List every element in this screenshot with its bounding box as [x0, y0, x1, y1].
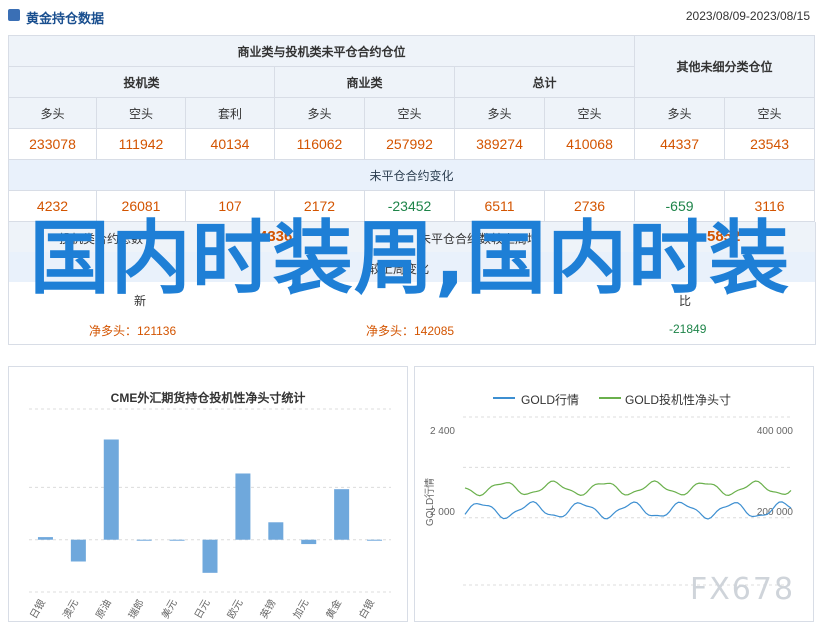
- x-tick-label: 黄金: [323, 597, 344, 621]
- col-arb: 套利: [185, 97, 275, 129]
- bar: [70, 539, 86, 562]
- col-long: 多头: [8, 97, 97, 129]
- x-tick-label: 欧元: [225, 598, 245, 621]
- bar: [37, 537, 53, 540]
- group-main-header: 商业类与投机类未平仓合约仓位: [7, 35, 636, 67]
- group-other-header: 其他未细分类仓位: [634, 35, 816, 98]
- bar: [169, 539, 185, 541]
- sub-comm-header: 商业类: [274, 66, 455, 98]
- col-short: 空头: [96, 97, 186, 129]
- x-tick-label: 日元: [193, 598, 213, 621]
- x-tick-label: 瑞郎: [126, 597, 147, 621]
- net-long-left: 净多头：121136: [89, 324, 177, 338]
- bar: [202, 539, 218, 573]
- bar: [235, 473, 251, 540]
- col-short: 空头: [724, 97, 816, 129]
- col-long: 多头: [274, 97, 365, 129]
- value-cell: 410068: [543, 128, 636, 160]
- x-tick-label: 英镑: [257, 597, 278, 621]
- bar: [136, 539, 152, 541]
- col-short: 空头: [543, 97, 636, 129]
- x-tick-label: 加元: [291, 598, 311, 621]
- x-tick-label: 澳元: [60, 597, 81, 621]
- y-left-tick: 2 400: [430, 426, 455, 437]
- x-tick-label: 原油: [93, 597, 114, 621]
- value-cell: 23543: [724, 128, 816, 160]
- cme-chart-panel: CME外汇期货持仓投机性净头寸统计 日银 澳元 原油 瑞郎 美元 日元 欧元 英镑 加元 黄金 白银: [8, 366, 408, 622]
- oi-change-header: 未平仓合约变化: [7, 159, 816, 191]
- col-long: 多头: [454, 97, 545, 129]
- col-short: 空头: [364, 97, 455, 129]
- x-tick-label: 日银: [27, 597, 48, 621]
- y-left-label: GOLD行情: [423, 478, 436, 526]
- value-cell: 257992: [364, 128, 455, 160]
- net-right-value: -21849: [669, 322, 707, 336]
- bar: [301, 539, 317, 545]
- net-long-mid: 净多头：142085: [366, 324, 455, 338]
- sub-spec-header: 投机类: [8, 66, 275, 98]
- values-row: 233078 111942 40134 116062 257992 389274…: [8, 128, 816, 160]
- y-right-tick: 400 000: [757, 426, 794, 437]
- bar: [103, 439, 119, 540]
- sub-total-header: 总计: [453, 66, 636, 98]
- watermark: FX678: [690, 572, 796, 607]
- value-cell: 389274: [454, 128, 545, 160]
- page-title: 黄金持仓数据: [26, 11, 105, 26]
- bar: [334, 489, 350, 540]
- value-cell: 233078: [8, 128, 97, 160]
- col-long: 多头: [634, 97, 726, 129]
- value-cell: 40134: [185, 128, 275, 160]
- overlay-text: 国内时装周,国内时装: [29, 212, 791, 305]
- gold-logo-icon: [8, 9, 20, 21]
- date-range: 2023/08/09-2023/08/15: [685, 9, 810, 23]
- bar: [268, 522, 284, 540]
- positions-table: 商业类与投机类未平仓合约仓位 其他未细分类仓位 投机类 商业类 总计 多头 空头…: [7, 35, 816, 222]
- gold-price-line: [464, 500, 792, 520]
- value-cell: 111942: [96, 128, 186, 160]
- value-cell: 116062: [274, 128, 365, 160]
- header-bar: 黄金持仓数据 2023/08/09-2023/08/15: [0, 0, 820, 32]
- y-right-tick: 200 000: [757, 507, 794, 518]
- value-cell: 44337: [634, 128, 726, 160]
- x-tick-label: 美元: [158, 597, 179, 621]
- bar-chart: 日银 澳元 原油 瑞郎 美元 日元 欧元 英镑 加元 黄金 白银: [27, 408, 391, 621]
- net-position-line: [464, 480, 792, 497]
- x-tick-label: 白银: [356, 597, 377, 621]
- bar: [367, 539, 383, 541]
